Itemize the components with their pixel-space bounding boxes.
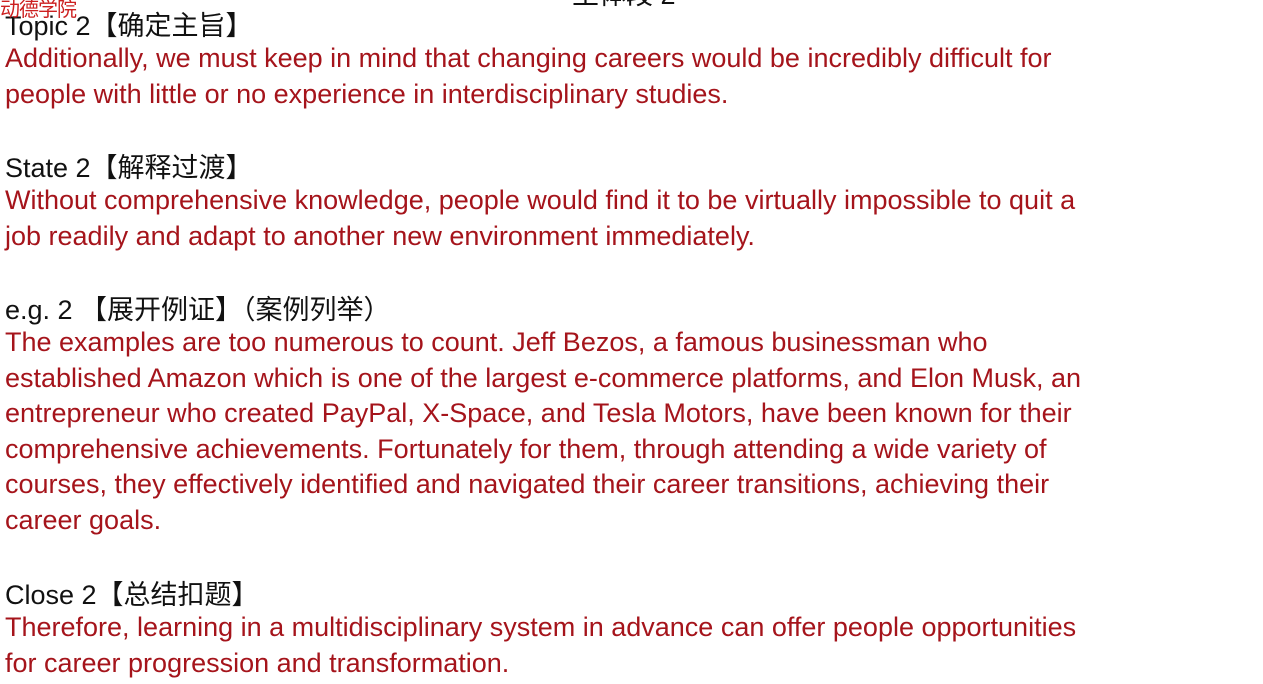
section-close: Close 2【总结扣题】 Therefore, learning in a m… [5, 580, 1255, 681]
section-heading-example: e.g. 2 【展开例证】（案例列举） [5, 295, 391, 325]
section-example: e.g. 2 【展开例证】（案例列举） The examples are too… [5, 295, 1255, 538]
section-state: State 2【解释过渡】 Without comprehensive know… [5, 153, 1255, 254]
section-heading-state: State 2【解释过渡】 [5, 153, 253, 183]
section-heading-topic: Topic 2【确定主旨】 [5, 11, 253, 41]
section-body-state: Without comprehensive knowledge, people … [5, 185, 1076, 251]
watermark-logo: 动德学院 [0, 0, 77, 21]
document-page: 主体段 2 动德学院 Topic 2【确定主旨】 Additionally, w… [0, 0, 1263, 684]
section-body-example: The examples are too numerous to count. … [5, 327, 1082, 535]
section-topic: Topic 2【确定主旨】 Additionally, we must keep… [5, 11, 1255, 112]
section-heading-close: Close 2【总结扣题】 [5, 580, 259, 610]
page-title: 主体段 2 [572, 0, 676, 10]
section-body-topic: Additionally, we must keep in mind that … [5, 43, 1052, 109]
section-body-close: Therefore, learning in a multidisciplina… [5, 612, 1077, 678]
